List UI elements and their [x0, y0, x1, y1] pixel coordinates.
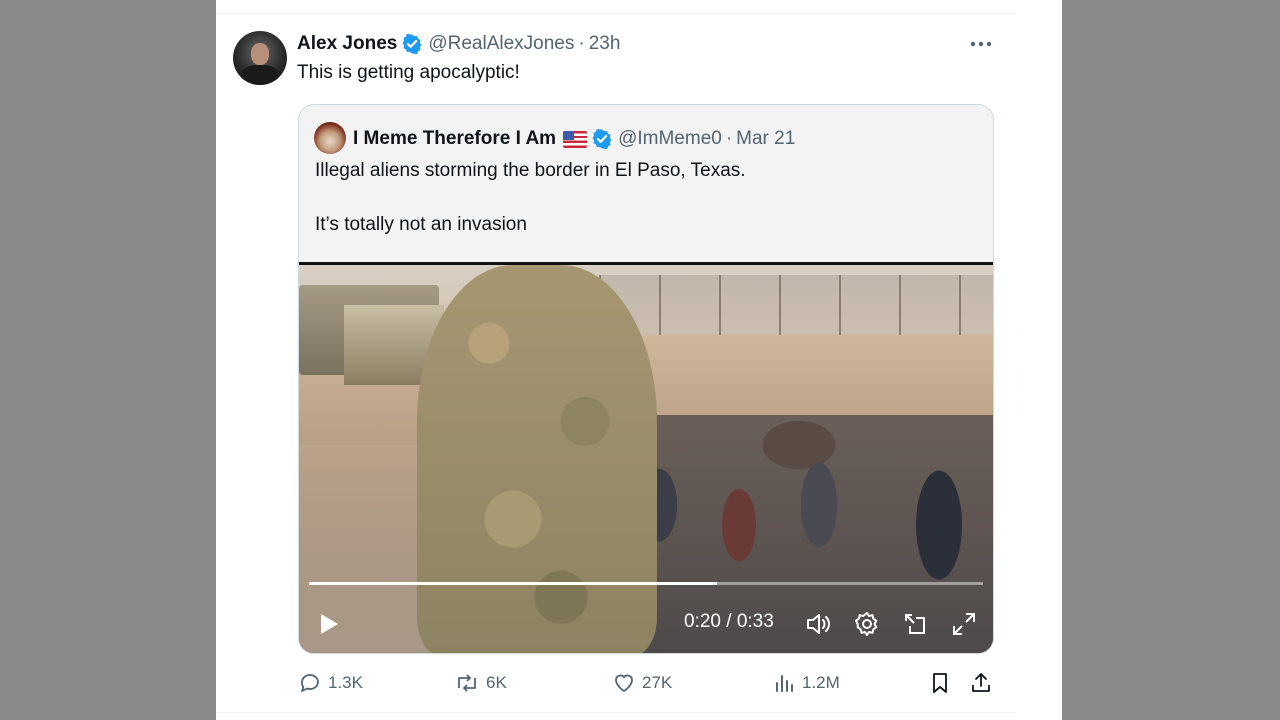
- video-player[interactable]: 0:20 / 0:33: [299, 262, 993, 653]
- views-count: 1.2M: [802, 673, 840, 692]
- views-button[interactable]: 1.2M: [772, 668, 840, 698]
- reply-count: 1.3K: [328, 673, 363, 692]
- like-icon: [615, 674, 633, 692]
- right-panel: [1016, 0, 1062, 720]
- quoted-tweet[interactable]: I Meme Therefore I Am @ImMeme0 · Mar 21 …: [298, 104, 994, 654]
- quote-text-line2: It’s totally not an invasion: [315, 214, 527, 235]
- quote-author-name: I Meme Therefore I Am: [353, 128, 557, 149]
- play-icon[interactable]: [315, 609, 343, 639]
- author-avatar[interactable]: [233, 31, 287, 85]
- verified-icon: [591, 128, 613, 150]
- video-progress-bar[interactable]: [309, 582, 983, 585]
- reply-button[interactable]: 1.3K: [298, 668, 363, 698]
- tweet-header: Alex Jones @RealAlexJones · 23h: [297, 31, 620, 57]
- settings-icon[interactable]: [852, 609, 882, 639]
- repost-button[interactable]: 6K: [454, 668, 507, 698]
- bookmark-icon[interactable]: [927, 668, 953, 698]
- video-frame-crowd: [599, 415, 993, 653]
- quote-author-avatar: [314, 122, 346, 154]
- volume-icon[interactable]: [804, 609, 834, 639]
- separator-dot: ·: [725, 128, 733, 149]
- video-frame-soldier: [417, 265, 657, 653]
- views-icon: [776, 675, 793, 692]
- divider: [216, 712, 1016, 713]
- verified-icon: [401, 33, 423, 55]
- like-count: 27K: [642, 673, 673, 692]
- author-handle[interactable]: @RealAlexJones: [428, 33, 574, 55]
- separator-dot: ·: [578, 33, 585, 54]
- flag-us-icon: [563, 130, 588, 148]
- timeline-column: Alex Jones @RealAlexJones · 23h This is …: [216, 0, 1016, 720]
- author-name[interactable]: Alex Jones: [297, 33, 397, 55]
- share-icon[interactable]: [968, 668, 994, 698]
- quote-text-line1: Illegal aliens storming the border in El…: [315, 160, 746, 181]
- video-frame-fence: [599, 275, 993, 335]
- video-time: 0:20 / 0:33: [684, 611, 774, 632]
- page: Alex Jones @RealAlexJones · 23h This is …: [216, 0, 1062, 720]
- divider: [216, 13, 1016, 14]
- pip-icon[interactable]: [900, 609, 930, 639]
- repost-icon: [458, 674, 476, 692]
- tweet-text: This is getting apocalyptic!: [297, 62, 520, 83]
- quote-date: Mar 21: [736, 128, 796, 149]
- quote-author-handle: @ImMeme0: [618, 128, 722, 149]
- quote-header: I Meme Therefore I Am @ImMeme0 · Mar 21: [353, 126, 795, 152]
- more-icon[interactable]: [968, 33, 994, 55]
- repost-count: 6K: [486, 673, 507, 692]
- reply-icon: [301, 674, 319, 692]
- tweet-time[interactable]: 23h: [589, 33, 621, 55]
- fullscreen-icon[interactable]: [949, 609, 979, 639]
- video-progress-fill: [309, 582, 718, 585]
- like-button[interactable]: 27K: [612, 668, 672, 698]
